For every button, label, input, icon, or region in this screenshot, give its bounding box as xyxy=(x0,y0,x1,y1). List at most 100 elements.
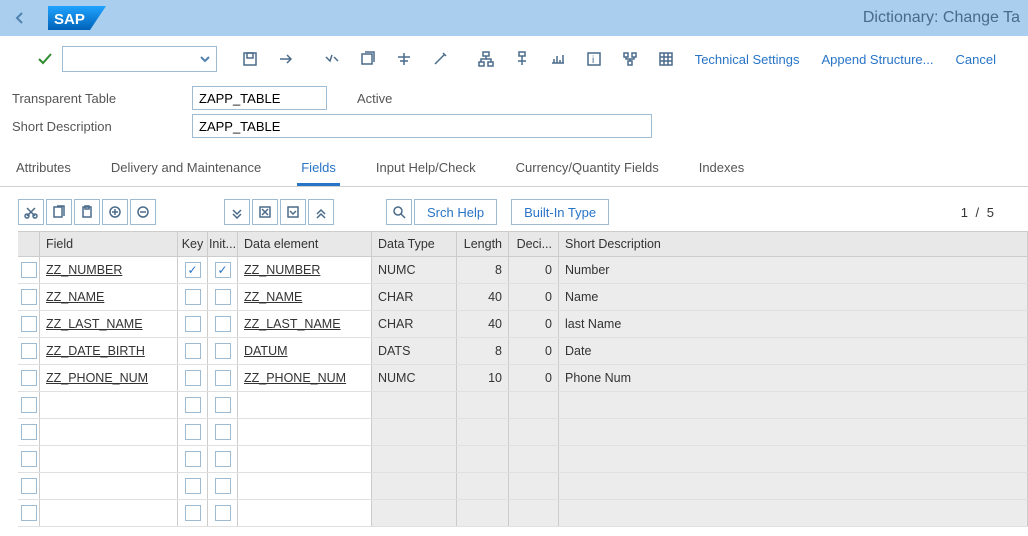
key-checkbox[interactable] xyxy=(185,370,201,386)
builtin-type-button[interactable]: Built-In Type xyxy=(511,199,609,225)
data-element[interactable] xyxy=(238,419,372,445)
collapse-all-button[interactable] xyxy=(308,199,334,225)
col-data-element[interactable]: Data element xyxy=(238,232,372,256)
col-key[interactable]: Key xyxy=(178,232,208,256)
field-name[interactable]: ZZ_NUMBER xyxy=(46,263,122,277)
key-checkbox[interactable] xyxy=(185,316,201,332)
init-checkbox[interactable] xyxy=(215,316,231,332)
append-structure-link[interactable]: Append Structure... xyxy=(813,52,941,67)
key-checkbox[interactable] xyxy=(185,478,201,494)
delete-row-button[interactable] xyxy=(130,199,156,225)
grid-icon[interactable] xyxy=(655,48,677,70)
field-name[interactable]: ZZ_LAST_NAME xyxy=(46,317,143,331)
row-select[interactable] xyxy=(21,316,37,332)
data-element[interactable] xyxy=(238,392,372,418)
tab-currency[interactable]: Currency/Quantity Fields xyxy=(512,154,663,186)
col-decimals[interactable]: Deci... xyxy=(509,232,559,256)
graph-icon[interactable] xyxy=(547,48,569,70)
back-button[interactable] xyxy=(8,6,32,30)
search-button[interactable] xyxy=(386,199,412,225)
key-checkbox[interactable] xyxy=(185,424,201,440)
transparent-table-input[interactable] xyxy=(192,86,327,110)
tab-fields[interactable]: Fields xyxy=(297,154,340,186)
cut-button[interactable] xyxy=(18,199,44,225)
data-element[interactable]: ZZ_LAST_NAME xyxy=(244,317,341,331)
row-select[interactable] xyxy=(21,397,37,413)
key-checkbox[interactable] xyxy=(185,343,201,359)
data-element[interactable]: ZZ_NUMBER xyxy=(244,263,320,277)
title-bar: SAP Dictionary: Change Ta xyxy=(0,0,1028,36)
key-checkbox[interactable] xyxy=(185,451,201,467)
tab-attributes[interactable]: Attributes xyxy=(12,154,75,186)
col-description[interactable]: Short Description xyxy=(559,232,1028,256)
collapse-button[interactable] xyxy=(252,199,278,225)
field-name[interactable]: ZZ_DATE_BIRTH xyxy=(46,344,145,358)
row-select[interactable] xyxy=(21,343,37,359)
copy-button[interactable] xyxy=(46,199,72,225)
row-select[interactable] xyxy=(21,424,37,440)
row-select[interactable] xyxy=(21,262,37,278)
init-checkbox[interactable] xyxy=(215,451,231,467)
col-length[interactable]: Length xyxy=(457,232,509,256)
data-element[interactable] xyxy=(238,473,372,499)
expand-all-button[interactable] xyxy=(224,199,250,225)
info-icon[interactable]: i xyxy=(583,48,605,70)
paste-button[interactable] xyxy=(74,199,100,225)
key-checkbox[interactable] xyxy=(185,505,201,521)
forward-icon[interactable] xyxy=(275,48,297,70)
col-init[interactable]: Init... xyxy=(208,232,238,256)
init-checkbox[interactable] xyxy=(215,478,231,494)
init-checkbox[interactable] xyxy=(215,424,231,440)
srch-help-button[interactable]: Srch Help xyxy=(414,199,497,225)
tree-icon[interactable] xyxy=(511,48,533,70)
field-name[interactable]: ZZ_NAME xyxy=(46,290,104,304)
short-description-input[interactable] xyxy=(192,114,652,138)
check-icon[interactable] xyxy=(321,48,343,70)
tab-input-help[interactable]: Input Help/Check xyxy=(372,154,480,186)
row-select[interactable] xyxy=(21,505,37,521)
where-used-icon[interactable] xyxy=(393,48,415,70)
hierarchy-icon[interactable] xyxy=(475,48,497,70)
field-name[interactable] xyxy=(40,446,178,472)
data-element[interactable] xyxy=(238,446,372,472)
tab-delivery[interactable]: Delivery and Maintenance xyxy=(107,154,265,186)
data-element[interactable]: ZZ_NAME xyxy=(244,290,302,304)
insert-row-button[interactable] xyxy=(102,199,128,225)
cancel-link[interactable]: Cancel xyxy=(948,52,1004,67)
data-element[interactable]: DATUM xyxy=(244,344,288,358)
field-name[interactable] xyxy=(40,392,178,418)
data-element[interactable] xyxy=(238,500,372,526)
wand-icon[interactable] xyxy=(429,48,451,70)
key-checkbox[interactable] xyxy=(185,289,201,305)
row-select[interactable] xyxy=(21,289,37,305)
activate-icon[interactable] xyxy=(357,48,379,70)
col-data-type[interactable]: Data Type xyxy=(372,232,457,256)
ok-button[interactable] xyxy=(34,48,56,70)
col-field[interactable]: Field xyxy=(40,232,178,256)
row-select[interactable] xyxy=(21,451,37,467)
init-checkbox[interactable] xyxy=(215,262,231,278)
data-element[interactable]: ZZ_PHONE_NUM xyxy=(244,371,346,385)
row-down-button[interactable] xyxy=(280,199,306,225)
row-select[interactable] xyxy=(21,370,37,386)
init-checkbox[interactable] xyxy=(215,397,231,413)
row-select[interactable] xyxy=(21,478,37,494)
table-row: ZZ_NAME ZZ_NAME CHAR 40 0 Name xyxy=(18,284,1028,311)
technical-settings-link[interactable]: Technical Settings xyxy=(687,52,808,67)
key-checkbox[interactable] xyxy=(185,397,201,413)
init-checkbox[interactable] xyxy=(215,343,231,359)
command-select[interactable] xyxy=(62,46,217,72)
short-desc xyxy=(559,500,1028,526)
field-name[interactable] xyxy=(40,473,178,499)
data-type: DATS xyxy=(372,338,457,364)
init-checkbox[interactable] xyxy=(215,289,231,305)
tab-indexes[interactable]: Indexes xyxy=(695,154,749,186)
key-checkbox[interactable] xyxy=(185,262,201,278)
init-checkbox[interactable] xyxy=(215,370,231,386)
init-checkbox[interactable] xyxy=(215,505,231,521)
save-icon[interactable] xyxy=(239,48,261,70)
field-name[interactable] xyxy=(40,500,178,526)
structure-icon[interactable] xyxy=(619,48,641,70)
field-name[interactable]: ZZ_PHONE_NUM xyxy=(46,371,148,385)
field-name[interactable] xyxy=(40,419,178,445)
